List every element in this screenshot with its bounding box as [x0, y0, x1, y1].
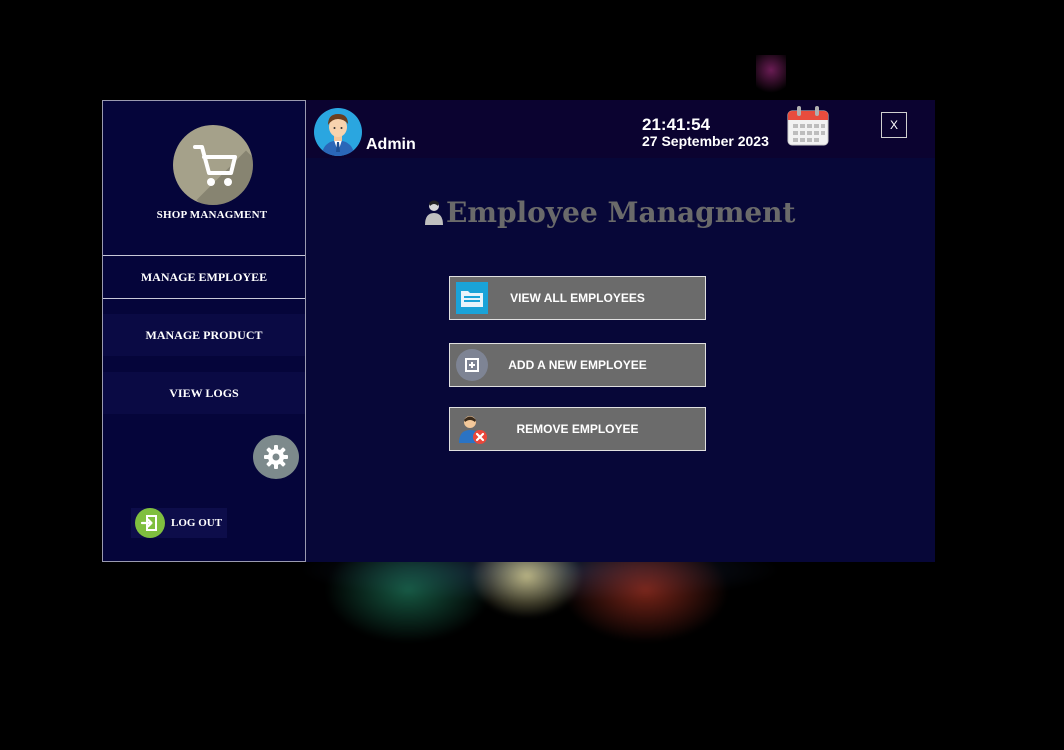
logout-button[interactable]: LOG OUT — [131, 508, 227, 538]
sidebar-item-manage-employee[interactable]: MANAGE EMPLOYEE — [103, 255, 305, 299]
gear-icon — [264, 445, 288, 469]
sidebar-item-view-logs[interactable]: VIEW LOGS — [103, 372, 305, 414]
view-all-employees-button[interactable]: VIEW ALL EMPLOYEES — [449, 276, 706, 320]
sidebar-item-label: MANAGE EMPLOYEE — [140, 270, 268, 284]
page-title: Employee Managment — [422, 196, 795, 229]
button-label: VIEW ALL EMPLOYEES — [510, 291, 645, 305]
clock-time: 21:41:54 — [642, 115, 711, 134]
logout-icon — [135, 508, 165, 538]
remove-employee-button[interactable]: REMOVE EMPLOYEE — [449, 407, 706, 451]
clock-date: 27 September 2023 — [642, 133, 769, 149]
logo-title: SHOP MANAGMENT — [156, 209, 268, 221]
sidebar-item-label: MANAGE PRODUCT — [145, 328, 263, 342]
top-bar: Admin 21:41:54 27 September 2023 X — [306, 100, 935, 158]
background-splash — [210, 540, 870, 740]
logout-label: LOG OUT — [171, 517, 223, 529]
background-spark — [756, 55, 786, 105]
sidebar: SHOP MANAGMENT MANAGE EMPLOYEE MANAGE PR… — [102, 100, 306, 562]
app-window: SHOP MANAGMENT MANAGE EMPLOYEE MANAGE PR… — [102, 100, 935, 562]
button-label: REMOVE EMPLOYEE — [516, 422, 639, 436]
settings-button[interactable] — [253, 435, 299, 479]
shopping-cart-icon — [173, 125, 253, 205]
page-title-text: Employee Managment — [446, 196, 796, 229]
sidebar-item-manage-product[interactable]: MANAGE PRODUCT — [103, 314, 305, 356]
sidebar-item-label: VIEW LOGS — [169, 386, 239, 400]
avatar — [314, 108, 362, 156]
calendar-icon — [786, 105, 830, 147]
button-label: ADD A NEW EMPLOYEE — [508, 358, 647, 372]
add-new-employee-button[interactable]: ADD A NEW EMPLOYEE — [449, 343, 706, 387]
close-button[interactable]: X — [881, 112, 907, 138]
user-name: Admin — [366, 136, 416, 153]
main-panel: Admin 21:41:54 27 September 2023 X Emplo… — [306, 100, 935, 562]
user-icon — [422, 197, 444, 225]
